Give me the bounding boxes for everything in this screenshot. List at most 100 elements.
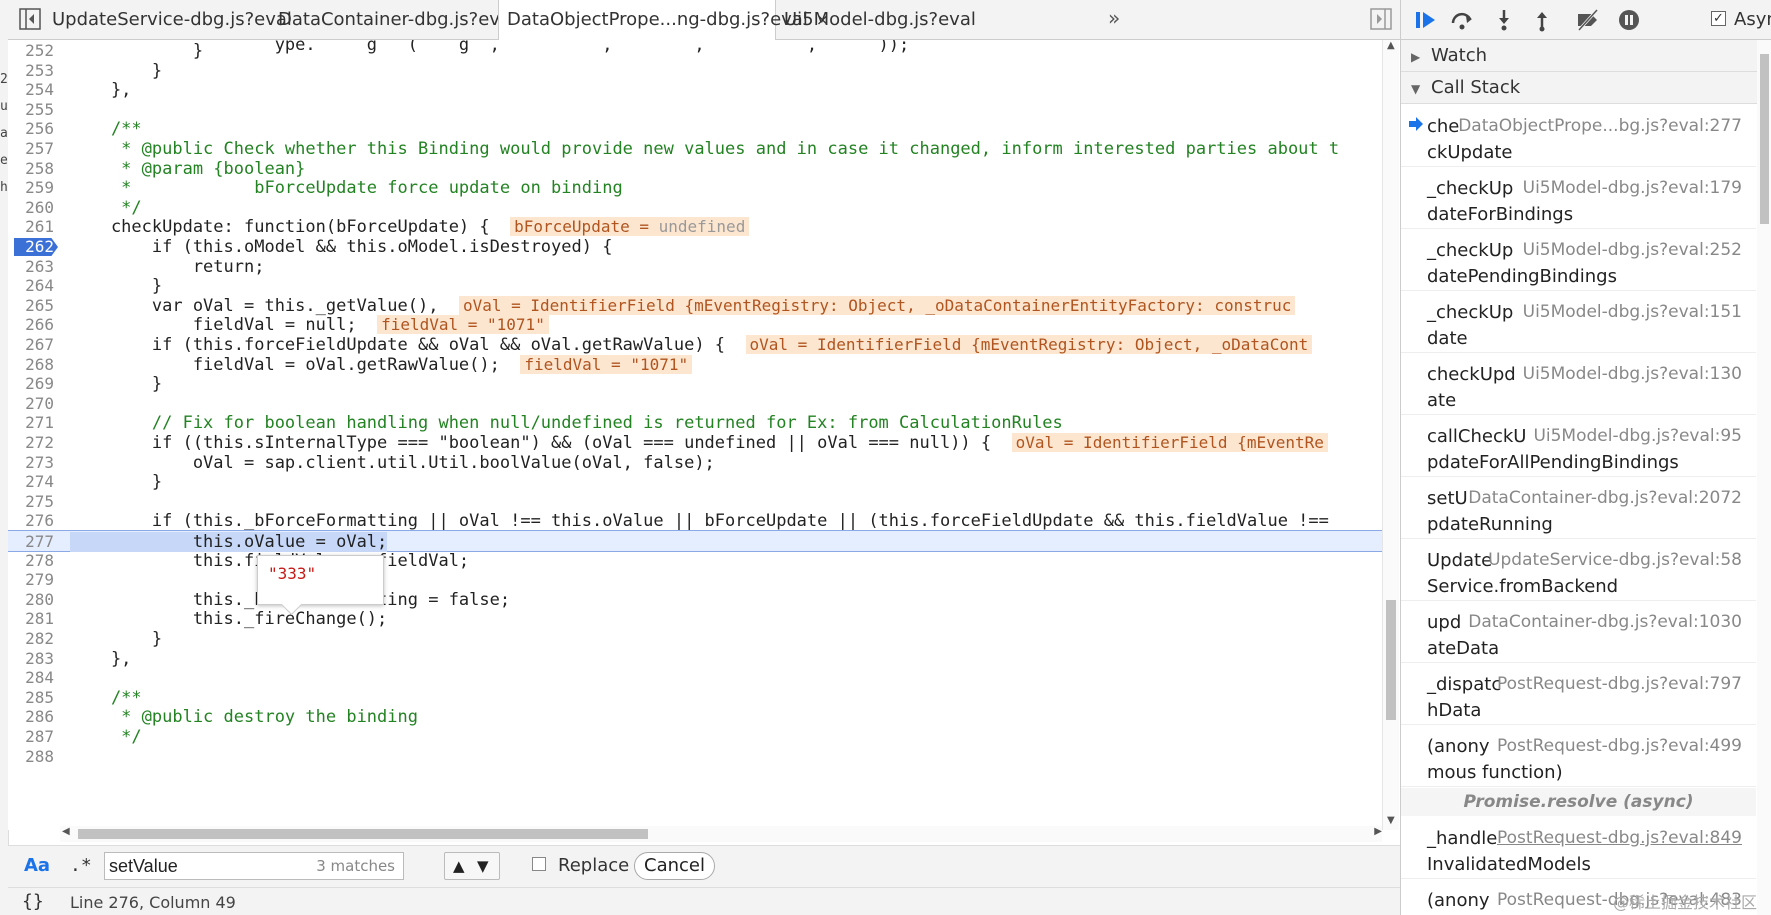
editor-vertical-scrollbar[interactable]: ▲ ▼ — [1382, 40, 1399, 830]
debugger-toolbar: ✓ Async — [1401, 0, 1771, 40]
inline-value: oVal = IdentifierField {mEventRegistry: … — [745, 335, 1313, 354]
scroll-up-icon[interactable]: ▲ — [1387, 40, 1395, 51]
match-navigation: ▲ ▼ — [444, 852, 500, 880]
frame-location[interactable]: DataContainer-dbg.js?eval:2072 — [1468, 483, 1742, 514]
watch-label: Watch — [1431, 45, 1488, 66]
debugger-sidebar: ✓ Async ▶ Watch ▼ Call Stack che DataObjec… — [1400, 0, 1771, 915]
call-frame[interactable]: _checkUp Ui5Model-dbg.js?eval:252 datePe… — [1401, 229, 1756, 291]
step-out-icon[interactable] — [1529, 8, 1555, 32]
call-frame[interactable]: Update UpdateService-dbg.js?eval:58 Serv… — [1401, 539, 1756, 601]
call-frame[interactable]: _dispatc PostRequest-dbg.js?eval:797 hDa… — [1401, 663, 1756, 725]
frame-location[interactable]: DataObjectPrope...bg.js?eval:277 — [1458, 111, 1742, 142]
frame-function-cont: ateData — [1427, 638, 1500, 659]
scroll-left-icon[interactable]: ◀ — [62, 826, 70, 837]
step-over-icon[interactable] — [1449, 8, 1475, 32]
search-input[interactable] — [109, 855, 309, 877]
scroll-right-icon[interactable]: ▶ — [1374, 826, 1382, 837]
resume-icon[interactable] — [1413, 8, 1439, 32]
frame-function-cont: ate — [1427, 390, 1457, 411]
deactivate-breakpoints-icon[interactable] — [1575, 8, 1601, 32]
frame-function-cont: pdateForAllPendingBindings — [1427, 452, 1679, 473]
call-frame[interactable]: _checkUp Ui5Model-dbg.js?eval:179 dateFo… — [1401, 167, 1756, 229]
frame-location[interactable]: PostRequest-dbg.js?eval:797 — [1497, 669, 1742, 700]
call-frame[interactable]: che DataObjectPrope...bg.js?eval:277 ckU… — [1401, 105, 1756, 167]
replace-label: Replace — [558, 855, 630, 876]
more-tabs-icon[interactable]: » — [1108, 6, 1120, 30]
frame-location[interactable]: Ui5Model-dbg.js?eval:151 — [1523, 297, 1742, 328]
line-number[interactable]: 288 — [8, 746, 54, 768]
frame-location[interactable]: PostRequest-dbg.js?eval:499 — [1497, 731, 1742, 762]
frame-function-cont: mous function) — [1427, 762, 1563, 783]
frame-function-cont: dateForBindings — [1427, 204, 1574, 225]
tab-label: Ui5Model-dbg.js?eval — [784, 9, 976, 30]
pause-on-exceptions-icon[interactable] — [1616, 8, 1642, 32]
match-case-toggle[interactable]: Aa — [24, 855, 50, 876]
async-label: Async — [1734, 9, 1771, 30]
match-count: 3 matches — [316, 857, 395, 875]
call-frame[interactable]: _handle PostRequest-dbg.js?eval:849 Inva… — [1401, 817, 1756, 879]
call-frame[interactable]: checkUpd Ui5Model-dbg.js?eval:130 ate — [1401, 353, 1756, 415]
search-field[interactable]: 3 matches — [104, 852, 404, 880]
frame-function-cont: date — [1427, 328, 1468, 349]
current-frame-arrow-icon — [1409, 117, 1423, 131]
call-frame[interactable]: upd DataContainer-dbg.js?eval:1030 ateDa… — [1401, 601, 1756, 663]
watermark: @稀土掘金技术社区 — [1612, 893, 1757, 912]
callstack-pane-header[interactable]: ▼ Call Stack — [1401, 72, 1771, 104]
call-frame[interactable]: setU DataContainer-dbg.js?eval:2072 pdat… — [1401, 477, 1756, 539]
pretty-print-icon[interactable]: {} — [22, 891, 44, 912]
next-match-button[interactable]: ▼ — [477, 857, 489, 875]
call-frame[interactable]: callCheckU Ui5Model-dbg.js?eval:95 pdate… — [1401, 415, 1756, 477]
value-popover: "333" — [257, 555, 384, 616]
tab-label: UpdateService-dbg.js?eval — [52, 9, 292, 30]
frame-location[interactable]: Ui5Model-dbg.js?eval:95 — [1533, 421, 1742, 452]
frame-location[interactable]: UpdateService-dbg.js?eval:58 — [1488, 545, 1742, 576]
scrollbar-thumb[interactable] — [78, 829, 648, 839]
frame-location[interactable]: PostRequest-dbg.js?eval:849 — [1497, 823, 1742, 854]
replace-checkbox[interactable] — [532, 857, 546, 871]
scrollbar-thumb[interactable] — [1760, 54, 1769, 224]
tab-datacontainer[interactable]: DataContainer-dbg.js?eval — [278, 0, 516, 40]
step-into-icon[interactable] — [1491, 8, 1517, 32]
scroll-down-icon[interactable]: ▼ — [1387, 815, 1395, 826]
left-edge-fragment: h — [0, 180, 8, 195]
cancel-button[interactable]: Cancel — [634, 852, 715, 880]
previous-match-button[interactable]: ▲ — [453, 857, 465, 875]
left-edge-fragment: 2 — [0, 72, 8, 87]
scrollbar-thumb[interactable] — [1386, 600, 1396, 720]
async-separator: Promise.resolve (async) — [1401, 788, 1756, 816]
sidebar-scrollbar[interactable] — [1757, 40, 1771, 915]
editor-horizontal-scrollbar[interactable]: ◀ ▶ — [60, 826, 1382, 842]
frame-location[interactable]: Ui5Model-dbg.js?eval:179 — [1523, 173, 1742, 204]
inline-value: fieldVal = "1071" — [377, 315, 549, 335]
cursor-position: Line 276, Column 49 — [70, 893, 236, 912]
collapse-triangle-icon: ▼ — [1411, 82, 1421, 96]
tab-dataobjectproperty[interactable]: DataObjectPrope...ng-dbg.js?eval × — [498, 0, 829, 40]
frame-location[interactable]: Ui5Model-dbg.js?eval:252 — [1523, 235, 1742, 266]
inline-value: oVal = IdentifierField {mEventRegistry: … — [458, 295, 1296, 315]
popover-value: "333" — [268, 564, 317, 583]
regex-toggle[interactable]: .* — [70, 855, 92, 876]
frame-function-cont: datePendingBindings — [1427, 266, 1617, 287]
frame-function-cont: InvalidatedModels — [1427, 854, 1591, 875]
frame-function-cont: hData — [1427, 700, 1482, 721]
toggle-debugger-icon[interactable] — [1370, 8, 1392, 30]
editor-tab-bar: UpdateService-dbg.js?eval DataContainer-… — [8, 0, 1400, 40]
tab-updateservice[interactable]: UpdateService-dbg.js?eval — [52, 0, 292, 40]
call-frame[interactable]: _checkUp Ui5Model-dbg.js?eval:151 date — [1401, 291, 1756, 353]
callstack-label: Call Stack — [1431, 77, 1521, 98]
frame-function-cont: ckUpdate — [1427, 142, 1513, 163]
line-number[interactable]: 262 — [8, 236, 54, 258]
tab-label: DataContainer-dbg.js?eval — [278, 9, 516, 30]
call-frame[interactable]: (anony PostRequest-dbg.js?eval:499 mous … — [1401, 725, 1756, 787]
frame-function-cont: pdateRunning — [1427, 514, 1553, 535]
async-checkbox[interactable]: ✓ — [1711, 11, 1726, 26]
search-bar: Aa .* 3 matches ▲ ▼ Replace Cancel — [8, 845, 1400, 887]
toggle-navigator-icon[interactable] — [19, 8, 41, 30]
frame-location[interactable]: Ui5Model-dbg.js?eval:130 — [1523, 359, 1742, 390]
inline-value: bForceUpdate = undefined — [510, 217, 750, 237]
watch-pane-header[interactable]: ▶ Watch — [1401, 40, 1771, 72]
frame-location[interactable]: DataContainer-dbg.js?eval:1030 — [1468, 607, 1742, 638]
code-editor[interactable]: ype. g ( g , , , , )); 252 } 253 } 254 }… — [8, 40, 1382, 830]
inline-value: fieldVal = "1071" — [520, 354, 693, 374]
tab-ui5model[interactable]: Ui5Model-dbg.js?eval — [784, 0, 976, 40]
